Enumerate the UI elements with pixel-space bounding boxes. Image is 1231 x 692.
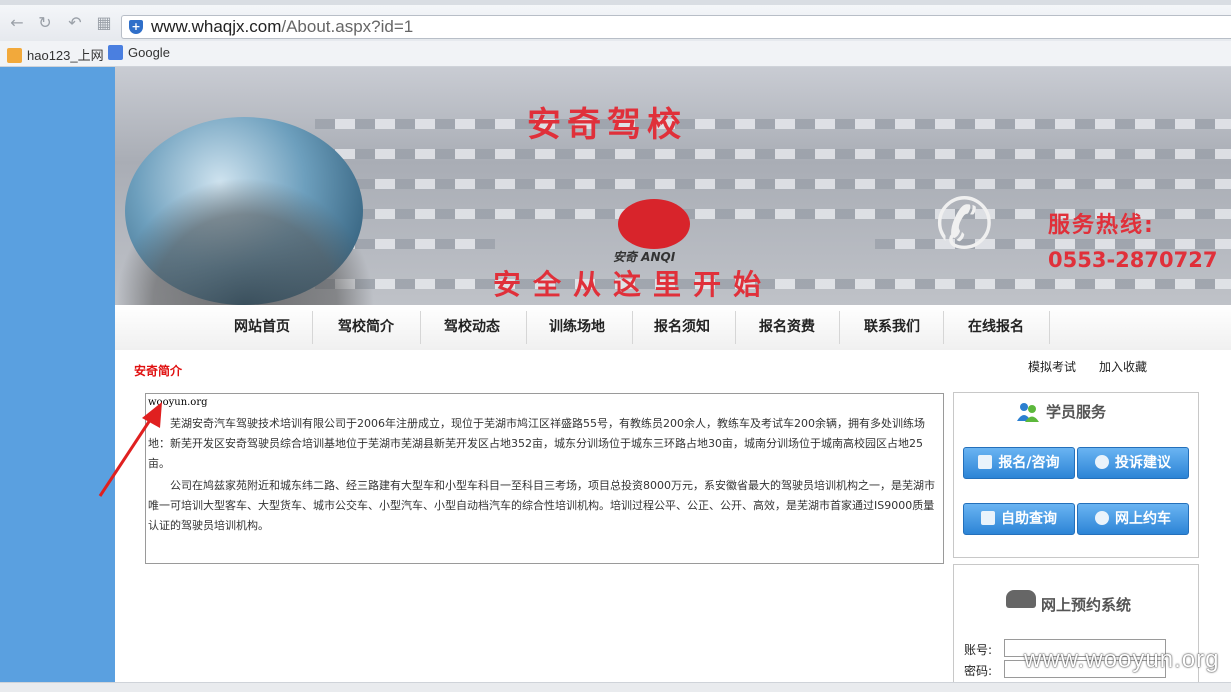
url-path: /About.aspx?id=1 bbox=[281, 17, 414, 36]
service-title: 学员服务 bbox=[1046, 403, 1107, 421]
student-service-panel: 学员服务 报名/咨询 投诉建议 自助查询 网上约车 bbox=[953, 392, 1199, 558]
enroll-consult-button[interactable]: 报名/咨询 bbox=[963, 447, 1075, 479]
complaint-button[interactable]: 投诉建议 bbox=[1077, 447, 1189, 479]
password-label: 密码: bbox=[964, 664, 993, 678]
intro-paragraph-1: 芜湖安奇汽车驾驶技术培训有限公司于2006年注册成立，现位于芜湖市鸠江区祥盛路5… bbox=[148, 417, 925, 470]
hotline-label: 服务热线: bbox=[1048, 213, 1155, 238]
security-shield-icon: + bbox=[129, 20, 143, 34]
google-icon bbox=[108, 45, 123, 60]
url-text[interactable]: www.whaqjx.com/About.aspx?id=1 bbox=[151, 17, 413, 37]
bookmarks-bar: hao123_上网 Google bbox=[0, 41, 1231, 67]
intro-content-box: wooyun.org 芜湖安奇汽车驾驶技术培训有限公司于2006年注册成立，现位… bbox=[145, 393, 944, 564]
lightbulb-icon bbox=[1095, 455, 1109, 469]
hao123-icon bbox=[7, 48, 22, 63]
nav-fees[interactable]: 报名资费 bbox=[736, 305, 838, 350]
button-label: 网上约车 bbox=[1115, 511, 1171, 527]
button-label: 自助查询 bbox=[1001, 511, 1057, 527]
left-background-strip bbox=[0, 67, 115, 682]
anqi-logo bbox=[618, 199, 690, 249]
school-name-sign: 安奇驾校 bbox=[527, 105, 687, 145]
undo-close-icon[interactable]: ↶ bbox=[66, 14, 84, 32]
bookmark-hao123[interactable]: hao123_上网 bbox=[7, 45, 104, 64]
intro-paragraph-2: 公司在鸠兹家苑附近和城东纬二路、经三路建有大型车和小型车科目一至科目三考场，项目… bbox=[148, 479, 935, 532]
nav-home[interactable]: 网站首页 bbox=[212, 305, 312, 350]
address-bar[interactable]: + www.whaqjx.com/About.aspx?id=1 bbox=[121, 15, 1231, 39]
add-favorite-link[interactable]: 加入收藏 bbox=[1099, 358, 1147, 375]
nav-online-enroll[interactable]: 在线报名 bbox=[945, 305, 1047, 350]
nav-contact[interactable]: 联系我们 bbox=[841, 305, 943, 350]
online-booking-button[interactable]: 网上约车 bbox=[1077, 503, 1189, 535]
search-icon bbox=[981, 511, 995, 525]
building-floor bbox=[315, 149, 1231, 159]
building-floor bbox=[315, 119, 1231, 129]
nav-school-intro[interactable]: 驾校简介 bbox=[315, 305, 417, 350]
button-label: 投诉建议 bbox=[1115, 455, 1171, 471]
building-floor bbox=[315, 179, 1231, 189]
mock-exam-link[interactable]: 模拟考试 bbox=[1028, 358, 1076, 375]
nav-school-news[interactable]: 驾校动态 bbox=[421, 305, 523, 350]
nav-separator bbox=[943, 311, 944, 344]
nav-enroll-notice[interactable]: 报名须知 bbox=[631, 305, 733, 350]
wooyun-watermark: www.wooyun.org bbox=[1024, 646, 1220, 673]
reload-icon[interactable]: ↻ bbox=[36, 14, 54, 32]
telephone-icon: ✆ bbox=[935, 183, 994, 265]
computer-icon bbox=[978, 455, 993, 469]
nav-separator bbox=[312, 311, 313, 344]
url-host: www.whaqjx.com bbox=[151, 17, 282, 36]
button-label: 报名/咨询 bbox=[998, 455, 1060, 471]
apps-grid-icon[interactable]: ▦ bbox=[95, 14, 113, 32]
red-arrow-annotation bbox=[98, 402, 162, 497]
bookmark-label: Google bbox=[128, 45, 170, 60]
booking-title: 网上预约系统 bbox=[1041, 596, 1132, 614]
browser-status-bar bbox=[0, 682, 1231, 692]
back-icon[interactable]: ← bbox=[8, 14, 26, 32]
bookmark-google[interactable]: Google bbox=[108, 45, 170, 60]
nav-training-ground[interactable]: 训练场地 bbox=[526, 305, 628, 350]
header-banner: 安奇驾校 安奇 ANQI 安全从这里开始 ✆ 服务热线: 0553-287072… bbox=[115, 67, 1231, 305]
hotline-number: 0553-2870727 bbox=[1048, 248, 1218, 272]
self-query-button[interactable]: 自助查询 bbox=[963, 503, 1075, 535]
bookmark-label: hao123_上网 bbox=[27, 48, 104, 63]
car-icon bbox=[1006, 590, 1036, 608]
users-icon bbox=[1017, 403, 1039, 422]
account-label: 账号: bbox=[964, 643, 993, 657]
nav-separator bbox=[1049, 311, 1050, 344]
section-title: 安奇简介 bbox=[134, 364, 183, 378]
browser-toolbar: ← ↻ ↶ ▦ + www.whaqjx.com/About.aspx?id=1 bbox=[0, 5, 1231, 41]
slogan: 安全从这里开始 bbox=[493, 268, 774, 301]
nav-separator bbox=[839, 311, 840, 344]
globe-icon bbox=[1095, 511, 1109, 525]
main-nav: 网站首页 驾校简介 驾校动态 训练场地 报名须知 报名资费 联系我们 在线报名 bbox=[115, 305, 1231, 350]
hands-image bbox=[115, 177, 375, 305]
